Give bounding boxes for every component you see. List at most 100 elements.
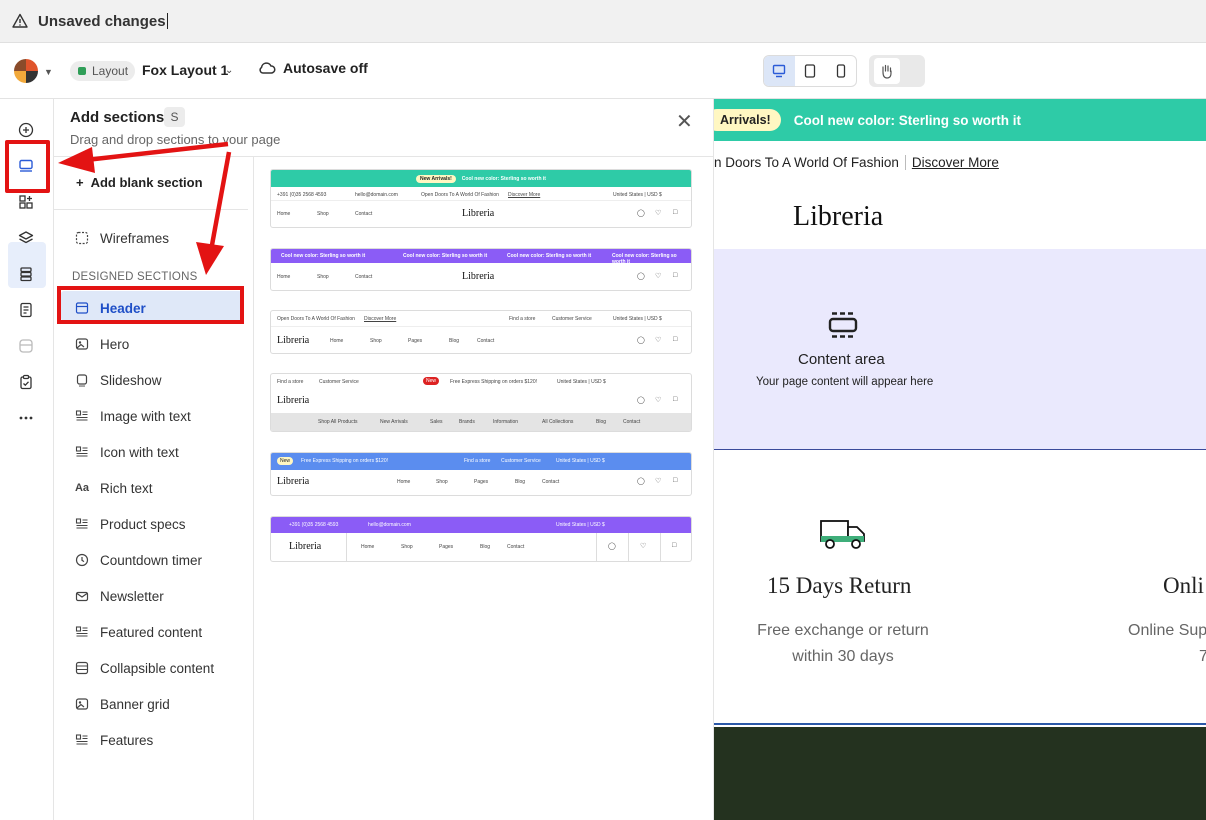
- add-sections-panel: Add sections S Drag and drop sections to…: [54, 99, 714, 820]
- chevron-down-icon[interactable]: ▼: [44, 67, 53, 77]
- heart-icon: ♡: [655, 210, 662, 217]
- nav-item: Shop: [317, 211, 329, 217]
- chevron-down-icon[interactable]: ⌄: [225, 65, 233, 76]
- promo-text: Open Doors To A World Of Fashion: [277, 316, 355, 322]
- interaction-mode-toggle[interactable]: [869, 55, 925, 87]
- category-countdown-timer[interactable]: Countdown timer: [74, 548, 202, 572]
- announcement-bar: New Free Express Shipping on orders $120…: [271, 453, 691, 470]
- divider: [660, 533, 661, 561]
- brand-logo: Libreria: [289, 541, 322, 552]
- feature-title: 15 Days Return: [767, 573, 912, 598]
- nav-item: Contact: [355, 274, 373, 280]
- editor-toolbar: ▼ Layout Fox Layout 1 ⌄ Autosave off: [0, 43, 1206, 99]
- app-logo[interactable]: [14, 59, 38, 83]
- divider: [596, 533, 597, 561]
- header-template-2[interactable]: Cool new color: Sterling so worth it Coo…: [270, 248, 692, 291]
- nav-item: Contact: [477, 338, 495, 344]
- preview-discover-link[interactable]: Discover More: [912, 155, 999, 170]
- cart-icon: □: [673, 272, 678, 279]
- category-collapsible-content[interactable]: Collapsible content: [74, 656, 214, 680]
- close-icon[interactable]: ✕: [676, 109, 693, 134]
- image-icon: [74, 336, 90, 352]
- announcement-bar: New Arrivals! Cool new color: Sterling s…: [271, 170, 691, 187]
- category-product-specs[interactable]: Product specs: [74, 512, 186, 536]
- clock-icon: [74, 552, 90, 568]
- add-blank-section-button[interactable]: + Add blank section: [76, 175, 203, 190]
- promo-link: Discover More: [508, 192, 541, 198]
- category-featured-content[interactable]: Featured content: [74, 620, 202, 644]
- nav-item: New Arrivals: [380, 419, 408, 425]
- header-template-5[interactable]: New Free Express Shipping on orders $120…: [270, 452, 692, 496]
- category-hero[interactable]: Hero: [74, 332, 129, 356]
- nav-row: Shop All Products New Arrivals Sales Bra…: [271, 413, 691, 431]
- nav-item: Contact: [507, 544, 525, 550]
- brand-logo: Libreria: [462, 208, 495, 219]
- header-template-4[interactable]: Find a store Customer Service New Free E…: [270, 373, 692, 432]
- heart-icon: ♡: [655, 337, 662, 344]
- preview-badge: Arrivals!: [714, 109, 781, 131]
- divider: [54, 209, 248, 210]
- category-image-with-text[interactable]: Image with text: [74, 404, 191, 428]
- announcement-text: Cool new color: Sterling so worth it: [403, 253, 488, 259]
- text-lines-icon: [74, 624, 90, 640]
- truck-icon: [820, 520, 865, 549]
- category-rich-text[interactable]: Aa Rich text: [74, 476, 153, 500]
- layout-badge-label: Layout: [92, 64, 129, 78]
- preview-brand-logo: Libreria: [793, 201, 884, 232]
- banner-icon: [74, 696, 90, 712]
- panel-title: Add sections: [70, 109, 165, 126]
- slideshow-icon: [74, 372, 90, 388]
- category-wireframes[interactable]: Wireframes: [74, 226, 169, 250]
- nav-row: Libreria Home Shop Pages Blog Contact ◯ …: [271, 533, 691, 561]
- tablet-view-button[interactable]: [795, 56, 826, 86]
- category-features[interactable]: Features: [74, 728, 153, 752]
- pages-icon[interactable]: [14, 298, 38, 322]
- header-template-6[interactable]: +391 (0)35 2568 4593 hello@domain.com Un…: [270, 516, 692, 562]
- promo-link: Discover More: [364, 316, 397, 322]
- unsaved-changes-bar: Unsaved changes: [0, 0, 1206, 43]
- stack-icon[interactable]: [14, 262, 38, 286]
- elements-icon[interactable]: [14, 190, 38, 214]
- theme-icon[interactable]: [14, 334, 38, 358]
- heart-icon: ♡: [655, 397, 662, 404]
- nav-row: Home Shop Contact Libreria ◯ ♡ □: [271, 263, 691, 290]
- add-icon[interactable]: [14, 118, 38, 142]
- account-icon: ◯: [637, 273, 645, 280]
- brand-logo: Libreria: [277, 335, 310, 346]
- feature-subtitle-line: 7 d: [1199, 648, 1206, 665]
- find-store-text: Find a store: [509, 316, 536, 322]
- category-slideshow[interactable]: Slideshow: [74, 368, 162, 392]
- category-icon-with-text[interactable]: Icon with text: [74, 440, 179, 464]
- nav-item: Contact: [542, 479, 560, 485]
- nav-item: Information: [493, 419, 519, 425]
- highlight-box: [57, 286, 244, 324]
- category-banner-grid[interactable]: Banner grid: [74, 692, 170, 716]
- more-icon[interactable]: [14, 406, 38, 430]
- desktop-view-button[interactable]: [764, 56, 795, 86]
- category-newsletter[interactable]: Newsletter: [74, 584, 164, 608]
- nav-item: Shop: [317, 274, 329, 280]
- mobile-view-button[interactable]: [825, 56, 856, 86]
- layers-icon[interactable]: [14, 226, 38, 250]
- email-text: hello@domain.com: [355, 192, 398, 198]
- header-template-3[interactable]: Open Doors To A World Of Fashion Discove…: [270, 310, 692, 354]
- cart-icon: □: [673, 477, 678, 484]
- clipboard-check-icon[interactable]: [14, 370, 38, 394]
- text-lines-icon: [74, 516, 90, 532]
- feature-subtitle-line: Online Sup: [1128, 622, 1206, 639]
- account-icon: ◯: [608, 543, 616, 550]
- layout-selector[interactable]: Fox Layout 1: [142, 62, 228, 78]
- nav-item: Contact: [355, 211, 373, 217]
- header-template-1[interactable]: New Arrivals! Cool new color: Sterling s…: [270, 169, 692, 228]
- cart-icon: □: [673, 209, 678, 216]
- autosave-toggle[interactable]: Autosave off: [258, 60, 368, 76]
- shipping-text: Free Express Shipping on orders $120!: [301, 458, 388, 464]
- find-store-text: Find a store: [277, 379, 304, 385]
- region-text: United States | USD $: [613, 316, 662, 322]
- nav-item: Blog: [449, 338, 460, 344]
- heart-icon: ♡: [640, 543, 647, 550]
- divider: [346, 533, 347, 561]
- divider: [628, 533, 629, 561]
- nav-item: Pages: [408, 338, 423, 344]
- nav-item: Blog: [480, 544, 491, 550]
